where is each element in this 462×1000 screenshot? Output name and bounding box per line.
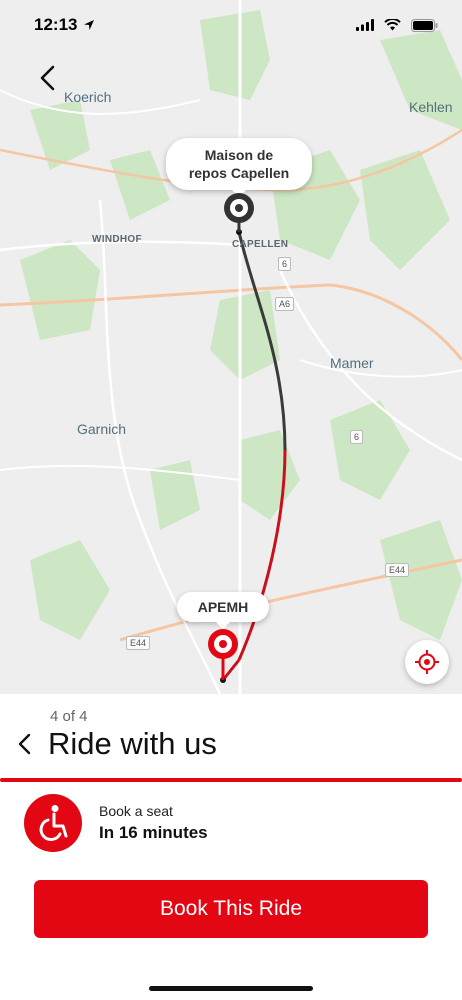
status-icons — [356, 18, 438, 32]
wheelchair-icon — [24, 794, 82, 852]
origin-pin-icon[interactable] — [222, 192, 256, 234]
map-back-button[interactable] — [30, 60, 66, 96]
wifi-icon — [384, 19, 401, 31]
status-time-group: 12:13 — [34, 15, 95, 35]
ride-departure-time: In 16 minutes — [99, 823, 208, 842]
home-indicator[interactable] — [149, 986, 313, 991]
panel-back-button[interactable] — [14, 726, 36, 762]
map-label-mamer: Mamer — [330, 355, 374, 371]
origin-label: Maison de repos Capellen — [188, 147, 290, 181]
back-arrow-icon — [40, 65, 55, 91]
book-ride-button[interactable]: Book This Ride — [34, 880, 428, 938]
back-arrow-icon — [18, 733, 31, 755]
step-indicator: 4 of 4 — [50, 708, 88, 725]
ride-option[interactable]: Book a seat In 16 minutes — [24, 794, 208, 852]
map-label-kehlen: Kehlen — [409, 99, 453, 115]
road-shield-e44: E44 — [385, 563, 410, 577]
road-shield-e44: E44 — [126, 636, 151, 650]
status-bar: 12:13 — [0, 0, 462, 50]
signal-icon — [356, 19, 374, 31]
road-shield-6: 6 — [350, 430, 364, 444]
accent-divider — [0, 778, 462, 782]
ride-text: Book a seat In 16 minutes — [99, 803, 208, 843]
locate-me-icon — [415, 650, 439, 674]
map-label-garnich: Garnich — [77, 421, 127, 437]
map-label-windhof: WINDHOF — [92, 234, 142, 245]
map-view[interactable]: Koerich Kehlen WINDHOF CAPELLEN Mamer Ga… — [0, 0, 462, 694]
road-shield-6: 6 — [278, 257, 292, 271]
battery-icon — [411, 18, 438, 32]
road-shield-a6: A6 — [275, 297, 295, 311]
title-row: Ride with us — [14, 726, 217, 762]
panel-title: Ride with us — [48, 726, 217, 761]
destination-pin-icon[interactable] — [206, 628, 240, 682]
map-label-koerich: Koerich — [64, 89, 112, 105]
ride-panel: 4 of 4 Ride with us Book a seat In 16 mi… — [0, 694, 462, 1000]
location-arrow-icon — [84, 20, 95, 30]
origin-callout[interactable]: Maison de repos Capellen — [166, 138, 312, 197]
destination-callout[interactable]: APEMH — [177, 592, 269, 629]
ride-subtitle: Book a seat — [99, 803, 173, 819]
map-label-capellen: CAPELLEN — [232, 239, 289, 250]
locate-me-button[interactable] — [405, 640, 449, 684]
destination-label: APEMH — [197, 599, 249, 615]
status-time: 12:13 — [34, 15, 78, 34]
